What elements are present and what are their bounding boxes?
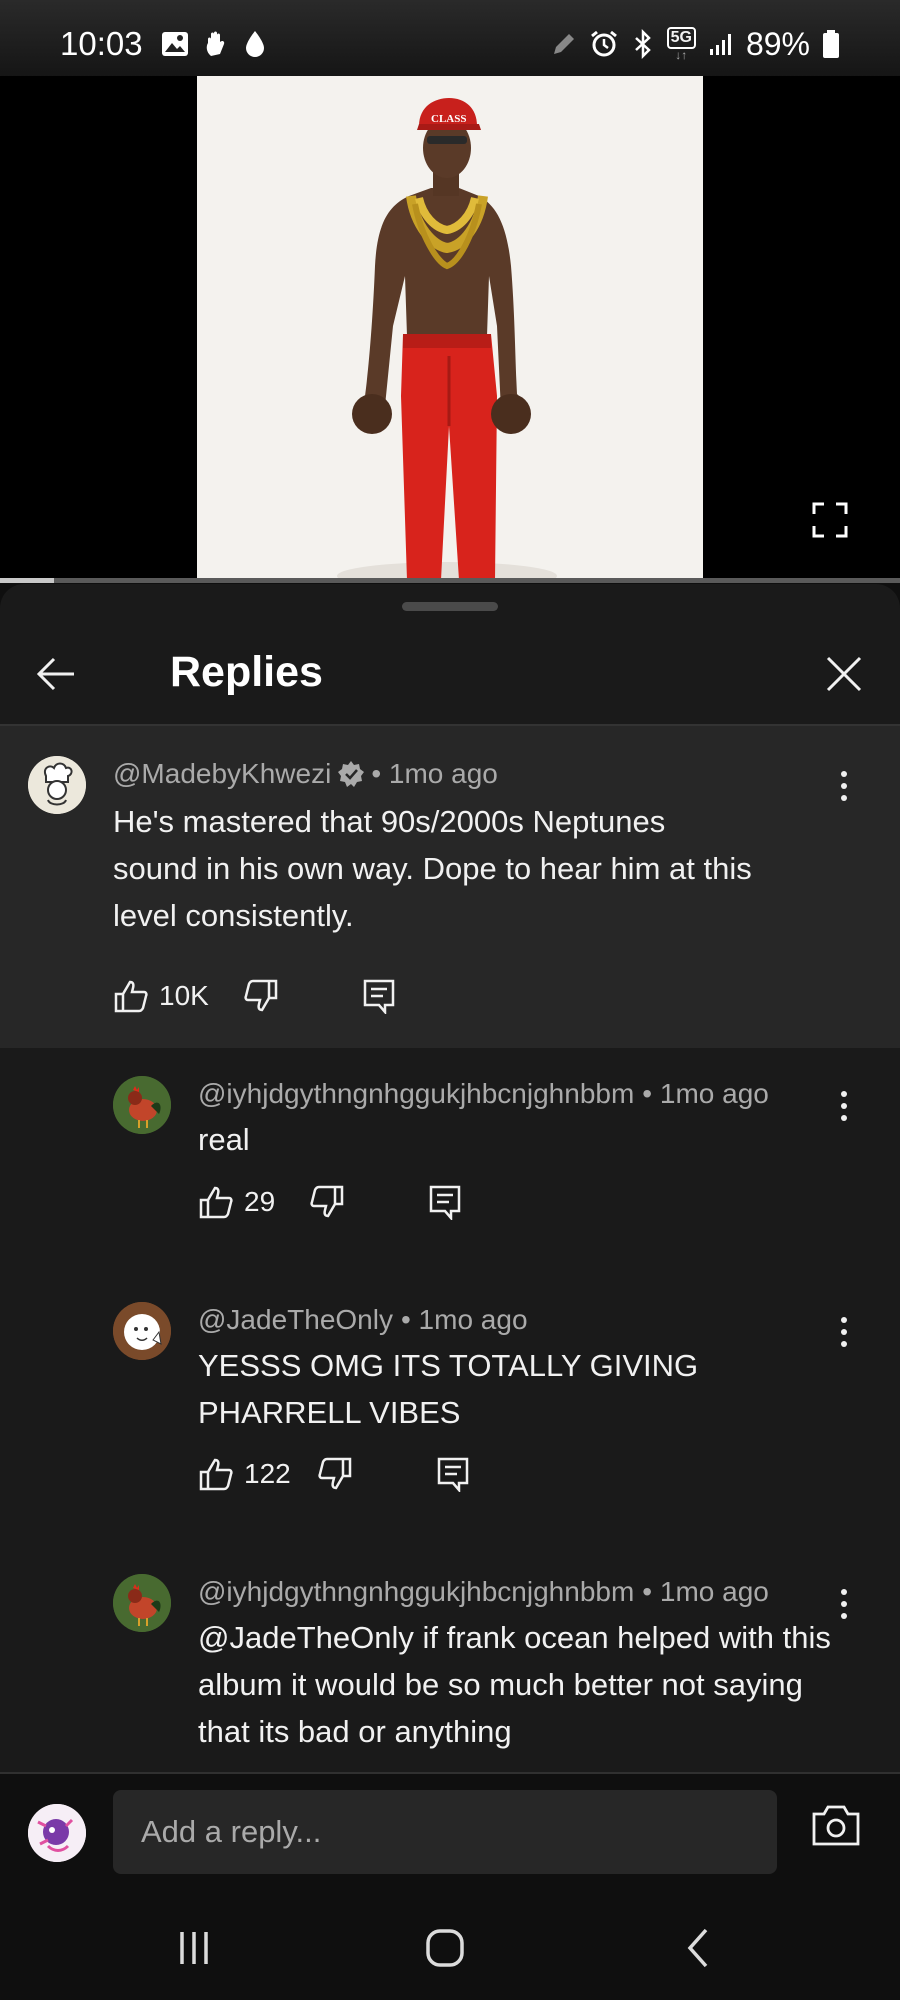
bluetooth-icon: [634, 29, 651, 59]
alarm-icon: [590, 30, 617, 57]
home-button[interactable]: [415, 1920, 475, 1976]
comment-time: • 1mo ago: [371, 758, 498, 789]
fullscreen-icon[interactable]: [812, 502, 848, 538]
reply-item: @JadeTheOnly • 1mo ago YESSS OMG ITS TOT…: [0, 1274, 900, 1546]
system-nav-bar: [0, 1892, 900, 2000]
hand-icon: [206, 31, 224, 56]
arrow-left-icon: [36, 657, 74, 691]
status-right-icons: 5G ↓↑ 89%: [551, 26, 840, 63]
comment-text: He's mastered that 90s/2000s Neptunes so…: [113, 804, 752, 933]
battery-icon: [823, 30, 839, 58]
avatar-rooster-icon: [113, 1076, 171, 1134]
system-back-button[interactable]: [668, 1920, 728, 1976]
comment-meta: @JadeTheOnly • 1mo ago: [198, 1304, 528, 1336]
like-icon[interactable]: [113, 978, 149, 1014]
signal-icon: [709, 34, 731, 55]
comment-time: • 1mo ago: [642, 1576, 769, 1607]
video-progress-fill: [0, 578, 54, 583]
comment-text: YESSS OMG ITS TOTALLY GIVING PHARRELL VI…: [198, 1348, 699, 1430]
comment-text: real: [198, 1122, 250, 1157]
gallery-icon: [161, 32, 188, 56]
video-thumbnail: CLASS: [197, 76, 703, 580]
battery-percent: 89%: [745, 25, 810, 62]
recent-apps-button[interactable]: [164, 1920, 224, 1976]
reply-bar: [0, 1772, 900, 1892]
reply-item: @iyhjdgythngnhggukjhbcnjghnbbm • 1mo ago…: [0, 1048, 900, 1274]
status-bar: 10:03 5G ↓↑ 89%: [0, 0, 900, 88]
video-player[interactable]: CLASS: [0, 76, 900, 580]
like-icon[interactable]: [198, 1184, 234, 1220]
close-button[interactable]: [816, 646, 872, 702]
reply-item: @iyhjdgythngnhggukjhbcnjghnbbm • 1mo ago…: [0, 1546, 900, 1772]
back-icon: [687, 1928, 708, 1968]
camera-button[interactable]: [810, 1802, 866, 1858]
comment-actions: 10K: [113, 978, 397, 1014]
avatar-cartoon-icon: [28, 1804, 86, 1862]
comment-meta: @iyhjdgythngnhggukjhbcnjghnbbm • 1mo ago: [198, 1078, 769, 1110]
comment-actions: 122: [198, 1456, 471, 1492]
status-left-icons: [161, 29, 267, 59]
comment-author[interactable]: @JadeTheOnly: [198, 1304, 393, 1336]
reply-input[interactable]: [113, 1790, 777, 1874]
reply-comment-icon[interactable]: [427, 1184, 463, 1220]
like-count: 29: [244, 1186, 276, 1217]
current-user-avatar: [28, 1804, 86, 1862]
dislike-icon[interactable]: [309, 1184, 345, 1220]
avatar-drawing-icon: [113, 1302, 171, 1360]
5g-icon: 5G ↓↑: [666, 27, 696, 61]
camera-icon: [812, 1805, 860, 1846]
back-button[interactable]: [28, 646, 84, 702]
comment-meta: @MadebyKhwezi • 1mo ago: [113, 758, 498, 790]
comment-text: @JadeTheOnly if frank ocean helped with …: [198, 1620, 831, 1749]
recent-apps-icon: [180, 1932, 208, 1964]
video-progress-bar[interactable]: [0, 578, 900, 583]
comment-time: • 1mo ago: [642, 1078, 769, 1109]
sheet-header: Replies: [0, 624, 900, 724]
more-options-button[interactable]: [826, 1312, 862, 1352]
comment-author[interactable]: @MadebyKhwezi: [113, 758, 331, 790]
more-options-button[interactable]: [826, 1584, 862, 1624]
more-options-button[interactable]: [826, 1086, 862, 1126]
comment-author[interactable]: @iyhjdgythngnhggukjhbcnjghnbbm: [198, 1078, 634, 1110]
dislike-icon[interactable]: [243, 978, 279, 1014]
home-icon: [426, 1929, 464, 1967]
status-time: 10:03: [60, 25, 143, 62]
avatar[interactable]: [113, 1076, 171, 1134]
reply-comment-icon[interactable]: [435, 1456, 471, 1492]
avatar[interactable]: [113, 1574, 171, 1632]
water-drop-icon: [245, 31, 264, 57]
comment-author[interactable]: @iyhjdgythngnhggukjhbcnjghnbbm: [198, 1576, 634, 1608]
avatar[interactable]: [28, 756, 86, 814]
comment-time: • 1mo ago: [400, 1304, 528, 1335]
like-icon[interactable]: [198, 1456, 234, 1492]
comment-meta: @iyhjdgythngnhggukjhbcnjghnbbm • 1mo ago: [198, 1576, 769, 1608]
network-label: 5G: [666, 27, 696, 49]
drag-handle[interactable]: [402, 602, 498, 611]
close-icon: [826, 656, 862, 692]
more-options-button[interactable]: [826, 766, 862, 806]
avatar-chef-icon: [28, 756, 86, 814]
like-count: 10K: [159, 980, 209, 1011]
album-cover-image: CLASS: [197, 76, 703, 580]
pen-icon: [553, 34, 574, 54]
cap-text: CLASS: [431, 113, 466, 125]
reply-comment-icon[interactable]: [361, 978, 397, 1014]
dislike-icon[interactable]: [317, 1456, 353, 1492]
sheet-title: Replies: [170, 648, 323, 696]
parent-comment: @MadebyKhwezi • 1mo ago He's mastered th…: [0, 726, 900, 1048]
like-count: 122: [244, 1458, 291, 1489]
verified-badge-icon: [338, 761, 365, 787]
avatar[interactable]: [113, 1302, 171, 1360]
comment-actions: 29: [198, 1184, 463, 1220]
avatar-rooster-icon: [113, 1574, 171, 1632]
